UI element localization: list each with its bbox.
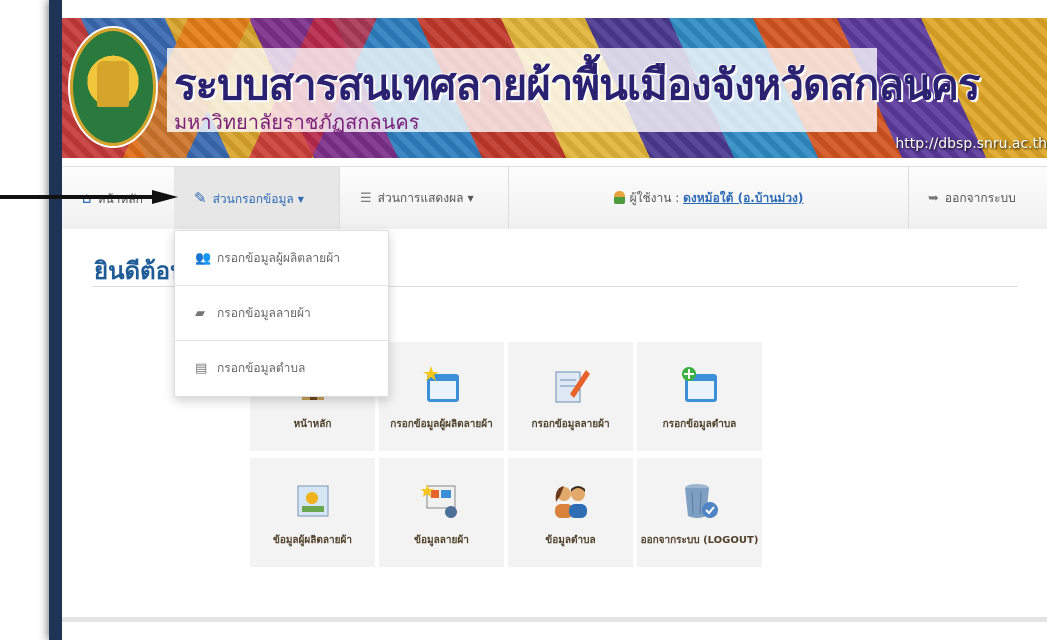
window-add-icon	[682, 367, 717, 402]
tile-label: กรอกข้อมูลผู้ผลิตลายผ้า	[390, 419, 493, 430]
list-icon: ☰	[360, 191, 372, 206]
tile-input-producer[interactable]: กรอกข้อมูลผู้ผลิตลายผ้า	[379, 342, 504, 451]
tile-input-pattern[interactable]: กรอกข้อมูลลายผ้า	[508, 342, 633, 451]
tile-label: หน้าหลัก	[293, 419, 332, 430]
menu-item-label: กรอกข้อมูลลายผ้า	[217, 306, 311, 320]
users-icon	[555, 486, 587, 518]
annotation-arrow-icon	[0, 190, 178, 204]
tile-logout[interactable]: ออกจากระบบ (LOGOUT)	[637, 458, 762, 567]
building-icon: ▤	[195, 361, 208, 376]
picture-icon	[297, 485, 329, 517]
nav-data-input-menu[interactable]: ✎ ส่วนกรอกข้อมูล ▼	[174, 167, 339, 229]
logo-emblem	[97, 61, 129, 107]
university-logo	[70, 28, 156, 146]
user-icon	[613, 191, 625, 204]
book-icon: ▰	[195, 306, 205, 321]
nav-logout-label: ออกจากระบบ	[944, 191, 1016, 205]
window-star-icon	[423, 366, 459, 402]
tile-label: ข้อมูลผู้ผลิตลายผ้า	[273, 535, 352, 546]
nav-display-menu[interactable]: ☰ ส่วนการแสดงผล ▼	[339, 167, 509, 229]
menu-item-input-pattern[interactable]: ▰ กรอกข้อมูลลายผ้า	[175, 286, 388, 341]
site-url: http://dbsp.snru.ac.th	[895, 136, 1047, 152]
data-input-dropdown: 👥 กรอกข้อมูลผู้ผลิตลายผ้า ▰ กรอกข้อมูลลายผ…	[174, 230, 389, 397]
menu-item-label: กรอกข้อมูลตำบล	[217, 361, 306, 375]
nav-data-input-label: ส่วนกรอกข้อมูล	[212, 192, 294, 206]
footer-rule	[62, 617, 1047, 622]
tile-label: ออกจากระบบ (LOGOUT)	[640, 535, 759, 546]
tile-label: ข้อมูลลายผ้า	[414, 535, 469, 546]
nav-logout[interactable]: ➥ ออกจากระบบ	[908, 167, 1047, 229]
menu-item-input-producer[interactable]: 👥 กรอกข้อมูลผู้ผลิตลายผ้า	[175, 231, 388, 286]
edit-document-icon	[555, 370, 590, 403]
nav-display-label: ส่วนการแสดงผล	[377, 191, 464, 205]
top-navbar: ⌂หน้าหลัก ✎ส่วนกรอกข้อมูล▼ ☰ส่วนการแสดงผ…	[62, 166, 1047, 230]
user-prefix: ผู้ใช้งาน :	[629, 191, 684, 205]
tile-label: ข้อมูลตำบล	[545, 535, 596, 546]
recycle-bin-icon	[685, 484, 718, 518]
presentation-icon	[421, 484, 457, 518]
university-name: มหาวิทยาลัยราชภัฏสกลนคร	[174, 110, 420, 134]
caret-down-icon: ▼	[467, 194, 474, 203]
tile-producer-info[interactable]: ข้อมูลผู้ผลิตลายผ้า	[250, 458, 375, 567]
edit-icon: ✎	[194, 189, 207, 207]
caret-down-icon: ▼	[297, 195, 304, 204]
tile-pattern-info[interactable]: ข้อมูลลายผ้า	[379, 458, 504, 567]
group-icon: 👥	[195, 251, 212, 266]
header-banner: ระบบสารสนเทศลายผ้าพื้นเมืองจังหวัดสกลนคร…	[62, 18, 1047, 158]
nav-user-info: ผู้ใช้งาน : ดงหม้อใต้ (อ.บ้านม่วง)	[509, 167, 909, 229]
sign-out-icon: ➥	[928, 191, 939, 206]
menu-item-label: กรอกข้อมูลผู้ผลิตลายผ้า	[217, 251, 340, 265]
tile-label: กรอกข้อมูลลายผ้า	[531, 419, 610, 430]
tile-subdistrict-info[interactable]: ข้อมูลตำบล	[508, 458, 633, 567]
menu-item-input-subdistrict[interactable]: ▤ กรอกข้อมูลตำบล	[175, 341, 388, 396]
tile-input-subdistrict[interactable]: กรอกข้อมูลตำบล	[637, 342, 762, 451]
tile-label: กรอกข้อมูลตำบล	[662, 419, 737, 430]
user-name-link[interactable]: ดงหม้อใต้ (อ.บ้านม่วง)	[683, 191, 803, 205]
